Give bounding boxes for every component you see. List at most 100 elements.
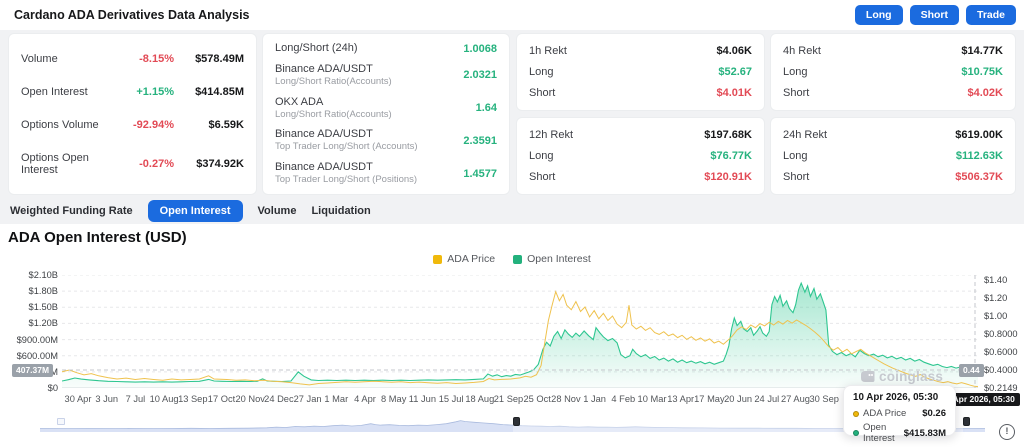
rekt-title: 1h Rekt [529,45,682,57]
info-icon[interactable]: ! [999,424,1015,440]
rekt-short-label: Short [783,87,933,99]
x-axis-label: 8 May [381,394,406,404]
rekt-long-row: Long$52.67 [529,65,752,79]
long-button[interactable]: Long [855,5,903,25]
ratio-value: 2.0321 [463,69,497,81]
legend-item-open-interest[interactable]: Open Interest [513,253,591,265]
legend-label: ADA Price [447,253,495,265]
tooltip-date: 10 Apr 2026, 05:30 [853,392,946,403]
x-axis-label: 3 Jun [95,394,118,404]
ratio-label-sub: Top Trader Long/Short (Positions) [275,174,463,186]
stat-value: $414.85M [174,86,244,98]
rekt-card-1h: 1h Rekt$4.06K Long$52.67 Short$4.01K [516,33,765,111]
rekt-long-value: $52.67 [682,66,752,78]
coinglass-logo-icon [860,370,875,383]
x-axis-label: 17 May [694,394,725,404]
rekt-total-row: 1h Rekt$4.06K [529,44,752,58]
x-axis-label: 17 Oct [208,394,235,404]
main-chart-plot[interactable] [62,275,978,388]
rekt-card-4h: 4h Rekt$14.77KLong$10.75KShort$4.02K [770,33,1016,111]
rekt-long-label: Long [529,150,682,162]
x-axis-label: 20 Jun [724,394,752,404]
rekt-short-row: Short$506.37K [783,170,1003,184]
rekt-total-value: $619.00K [933,129,1003,141]
rekt-long-label: Long [529,66,682,78]
short-button[interactable]: Short [910,5,959,25]
y-axis-right-label: $0.8000 [984,330,1024,339]
ratio-label-main: Binance ADA/USDT [275,161,463,174]
rekt-long-label: Long [783,150,933,162]
stat-value: $6.59K [174,119,244,131]
legend-label: Open Interest [527,253,591,265]
navigator-start-notch[interactable] [57,418,65,425]
navigator-handle-right[interactable] [963,417,970,426]
ratio-label: Binance ADA/USDTLong/Short Ratio(Account… [275,63,463,88]
x-axis-label: 1 Jan [583,394,606,404]
y-axis-right-label: $1.40 [984,276,1024,285]
page-title: Cardano ADA Derivatives Data Analysis [14,0,250,30]
rekt-short-value: $506.37K [933,171,1003,183]
x-axis-label: 28 Nov [551,394,580,404]
stat-change-pct: +1.15% [116,86,174,98]
tooltip-series-label: ADA Price [863,408,918,419]
x-axis-label: 10 Aug [150,394,179,404]
ratio-label: Binance ADA/USDTTop Trader Long/Short (A… [275,128,463,153]
rekt-long-value: $112.63K [933,150,1003,162]
x-axis-label: 30 Apr [65,394,92,404]
legend-swatch [433,255,442,264]
chart-title: ADA Open Interest (USD) [8,229,187,246]
tooltip-row: ADA Price $0.26 [853,408,946,419]
rekt-total-row: 12h Rekt$197.68K [529,128,752,142]
y-axis-right-label: $0.2149 [984,384,1024,393]
tooltip-series-value: $0.26 [922,408,946,419]
x-axis-label: 7 Jul [126,394,146,404]
x-axis-label: 30 Sep [809,394,838,404]
x-axis-label: 11 Jun [409,394,436,404]
x-axis-label: 21 Sep [494,394,523,404]
tooltip-rows: ADA Price$0.26Open Interest$415.83M [853,408,946,444]
x-axis-label: 15 Jul [439,394,464,404]
stat-row: Volume-8.15%$578.49M [21,53,244,65]
stat-row: Options Volume-92.94%$6.59K [21,119,244,131]
legend-item-ada-price[interactable]: ADA Price [433,253,495,265]
tab-liquidation[interactable]: Liquidation [311,200,370,222]
y-axis-right-label: $1.00 [984,312,1024,321]
stat-label: Open Interest [21,86,116,98]
rekt-short-row: Short$4.01K [529,86,752,100]
navigator-handle-left[interactable] [513,417,520,426]
rekt-card-12h: 12h Rekt$197.68KLong$76.77KShort$120.91K [516,117,765,195]
ratio-value: 1.64 [476,102,497,114]
x-axis-label: 27 Aug [781,394,810,404]
y-axis-left-label: $1.80B [0,287,58,296]
volume-stats-card: Volume-8.15%$578.49MOpen Interest+1.15%$… [8,33,257,195]
rekt-title: 12h Rekt [529,129,682,141]
x-axis-label: 24 Jul [754,394,779,404]
ratio-value: 2.3591 [463,135,497,147]
rekt-total-value: $14.77K [933,45,1003,57]
ratio-value: 1.0068 [463,43,497,55]
trade-button[interactable]: Trade [966,5,1016,25]
rekt-total-value: $197.68K [682,129,752,141]
y-axis-left-label: $0 [0,384,58,393]
tab-weighted-funding-rate[interactable]: Weighted Funding Rate [10,200,133,222]
x-axis-label: 27 Jan [294,394,322,404]
legend-swatch [513,255,522,264]
rekt-short-value: $120.91K [682,171,752,183]
tooltip-series-dot [853,411,859,417]
y-axis-right-label: $0.6000 [984,348,1024,357]
ratio-row: Binance ADA/USDTTop Trader Long/Short (P… [275,161,497,186]
rekt-long-row: Long$112.63K [783,149,1003,163]
rekt-short-value: $4.02K [933,87,1003,99]
chart-legend: ADA Price Open Interest [0,253,1024,265]
tab-open-interest[interactable]: Open Interest [148,200,243,222]
rekt-short-label: Short [529,171,682,183]
y-axis-left-label: $1.50B [0,303,58,312]
y-axis-left-label: $600.00M [0,352,58,361]
x-axis-label: 13 Apr [667,394,694,404]
x-axis-label: 10 Mar [638,394,667,404]
stat-row: Options Open Interest-0.27%$374.92K [21,152,244,176]
chart-tabs: Weighted Funding Rate Open Interest Volume… [10,198,371,223]
ratio-label-main: OKX ADA [275,96,476,109]
rekt-long-value: $10.75K [933,66,1003,78]
tab-volume[interactable]: Volume [258,200,297,222]
